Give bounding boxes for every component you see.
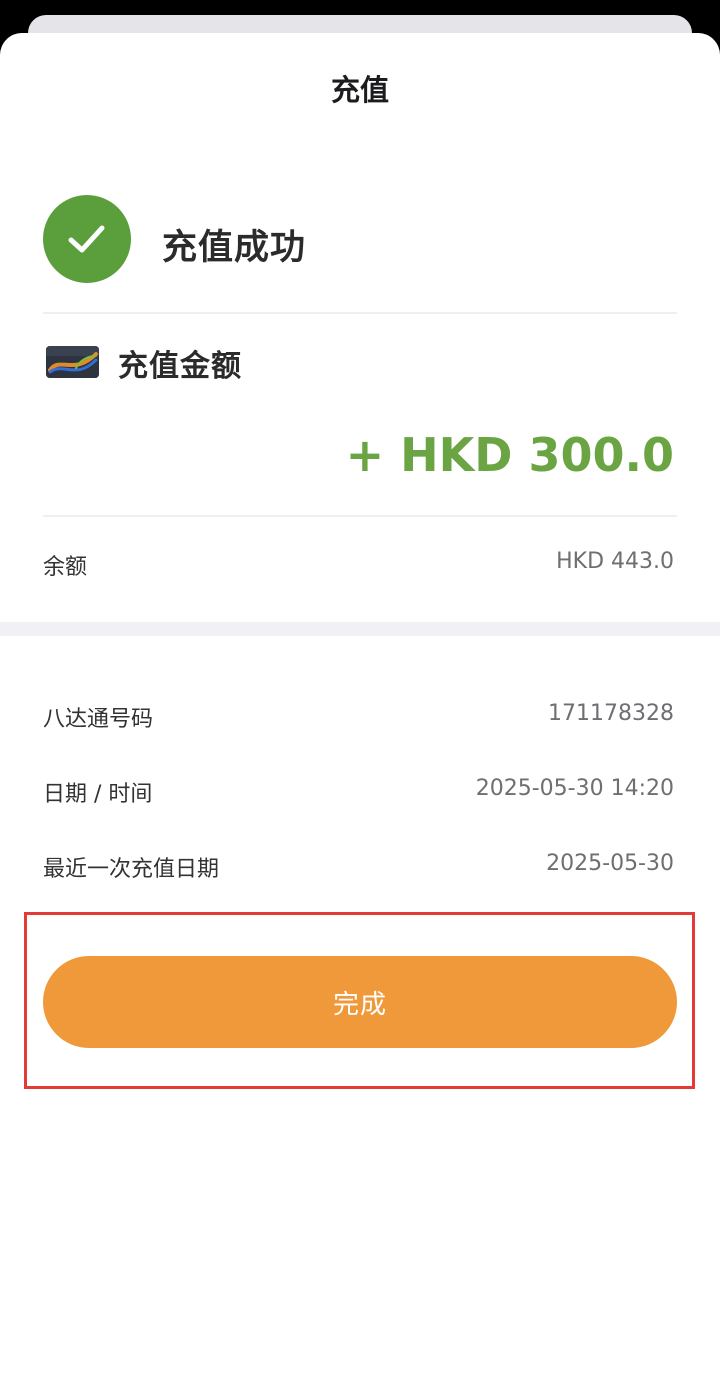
balance-label: 余额 [43, 555, 88, 580]
datetime-label: 日期 / 时间 [43, 782, 153, 807]
card-number-label: 八达通号码 [43, 707, 154, 732]
page-title: 充值 [330, 73, 389, 107]
last-topup-value: 2025-05-30 [546, 851, 674, 876]
balance-value: HKD 443.0 [556, 549, 674, 574]
section-gap [0, 622, 720, 636]
octopus-card-icon [46, 346, 99, 378]
datetime-value: 2025-05-30 14:20 [475, 776, 674, 801]
topup-amount-label: 充值金额 [118, 349, 242, 384]
divider [43, 312, 677, 314]
last-topup-label: 最近一次充值日期 [43, 857, 220, 882]
done-button[interactable]: 完成 [43, 956, 677, 1048]
topup-result-sheet: 充值 充值成功 充值金额 + HKD 300.0 余额 HKD 443.0 八达… [0, 33, 720, 1391]
success-status-text: 充值成功 [162, 228, 307, 268]
card-number-value: 171178328 [548, 701, 674, 726]
divider [43, 515, 677, 517]
check-icon [43, 195, 131, 283]
topup-amount-value: + HKD 300.0 [345, 428, 674, 482]
